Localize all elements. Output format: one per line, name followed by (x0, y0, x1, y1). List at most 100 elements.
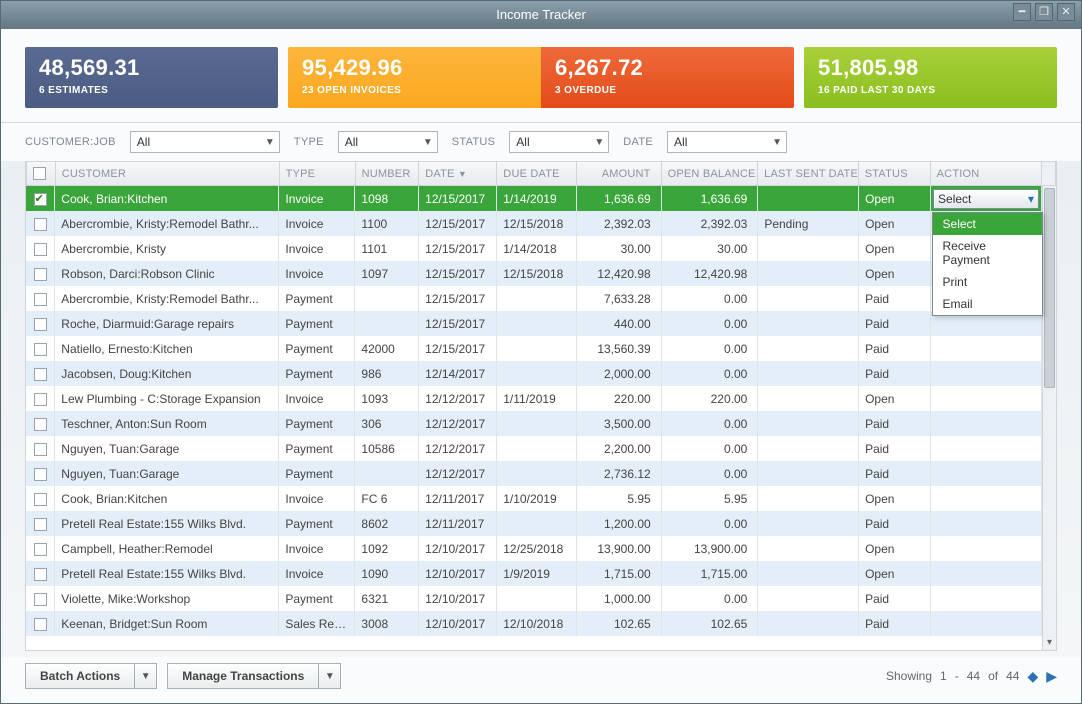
table-row[interactable]: Cook, Brian:KitchenInvoiceFC 612/11/2017… (26, 486, 1056, 511)
col-due[interactable]: DUE DATE (497, 162, 577, 186)
action-option[interactable]: Email (933, 293, 1042, 315)
cell-number: 1097 (355, 261, 419, 286)
scroll-down-icon[interactable]: ▾ (1043, 637, 1056, 648)
row-checkbox[interactable] (34, 368, 47, 381)
cell-action[interactable] (931, 586, 1042, 611)
row-checkbox[interactable] (34, 593, 47, 606)
table-row[interactable]: Jacobsen, Doug:KitchenPayment98612/14/20… (26, 361, 1056, 386)
window-minimize-button[interactable]: ━ (1013, 3, 1031, 21)
cell-customer: Keenan, Bridget:Sun Room (55, 611, 279, 636)
row-checkbox[interactable] (34, 418, 47, 431)
cell-action[interactable] (931, 511, 1042, 536)
action-dropdown-popup[interactable]: SelectReceive PaymentPrintEmail (932, 212, 1043, 316)
row-checkbox[interactable] (34, 293, 47, 306)
row-checkbox[interactable] (34, 243, 47, 256)
row-checkbox[interactable] (34, 518, 47, 531)
overdue-card[interactable]: 6,267.72 3 OVERDUE (541, 47, 794, 108)
col-type[interactable]: TYPE (279, 162, 355, 186)
table-row[interactable]: Nguyen, Tuan:GaragePayment12/12/20172,73… (26, 461, 1056, 486)
cell-action[interactable] (931, 336, 1042, 361)
table-row[interactable]: Violette, Mike:WorkshopPayment632112/10/… (26, 586, 1056, 611)
cell-type: Invoice (279, 236, 355, 261)
table-row[interactable]: Roche, Diarmuid:Garage repairsPayment12/… (26, 311, 1056, 336)
paid-card[interactable]: 51,805.98 16 PAID LAST 30 DAYS (804, 47, 1057, 108)
row-checkbox[interactable] (34, 218, 47, 231)
scrollbar-thumb[interactable] (1044, 188, 1055, 388)
row-checkbox[interactable] (34, 443, 47, 456)
row-checkbox[interactable] (34, 468, 47, 481)
table-row[interactable]: Teschner, Anton:Sun RoomPayment30612/12/… (26, 411, 1056, 436)
cell-due: 1/11/2019 (497, 386, 577, 411)
row-checkbox[interactable] (34, 268, 47, 281)
cell-action[interactable] (931, 361, 1042, 386)
row-checkbox[interactable] (34, 318, 47, 331)
row-checkbox[interactable] (34, 343, 47, 356)
col-number[interactable]: NUMBER (355, 162, 419, 186)
table-row[interactable]: Natiello, Ernesto:KitchenPayment4200012/… (26, 336, 1056, 361)
row-checkbox[interactable] (34, 618, 47, 631)
row-checkbox[interactable] (34, 568, 47, 581)
pager-next-button[interactable]: ▶ (1046, 668, 1057, 685)
cell-status: Open (859, 536, 931, 561)
cell-action[interactable] (931, 536, 1042, 561)
cell-action[interactable] (931, 611, 1042, 636)
table-row[interactable]: Lew Plumbing - C:Storage ExpansionInvoic… (26, 386, 1056, 411)
action-option[interactable]: Select (933, 213, 1042, 235)
row-checkbox[interactable] (34, 193, 47, 206)
window-maximize-button[interactable]: ❐ (1035, 3, 1053, 21)
cell-number (355, 286, 419, 311)
table-row[interactable]: Pretell Real Estate:155 Wilks Blvd.Payme… (26, 511, 1056, 536)
manage-transactions-button[interactable]: Manage Transactions ▼ (167, 663, 341, 689)
cell-date: 12/15/2017 (419, 286, 497, 311)
unpaid-card[interactable]: 95,429.96 23 OPEN INVOICES (288, 47, 541, 108)
col-openbal[interactable]: OPEN BALANCE (661, 162, 758, 186)
cell-action[interactable] (931, 486, 1042, 511)
row-checkbox[interactable] (34, 393, 47, 406)
cell-action[interactable] (931, 411, 1042, 436)
col-amount[interactable]: AMOUNT (577, 162, 661, 186)
table-row[interactable]: Abercrombie, Kristy:Remodel Bathr...Invo… (26, 211, 1056, 236)
table-row[interactable]: Abercrombie, Kristy:Remodel Bathr...Paym… (26, 286, 1056, 311)
cell-action[interactable] (931, 461, 1042, 486)
action-option[interactable]: Receive Payment (933, 235, 1042, 271)
unbilled-card[interactable]: 48,569.31 6 ESTIMATES (25, 47, 278, 108)
col-lastsent[interactable]: LAST SENT DATE (758, 162, 859, 186)
action-select[interactable]: Select▾ (933, 189, 1039, 209)
cell-action[interactable] (931, 436, 1042, 461)
col-date[interactable]: DATE ▼ (419, 162, 497, 186)
batch-actions-button[interactable]: Batch Actions ▼ (25, 663, 157, 689)
table-row[interactable]: Cook, Brian:KitchenInvoice109812/15/2017… (26, 186, 1056, 211)
filter-bar: CUSTOMER:JOB All▼ TYPE All▼ STATUS All▼ … (1, 123, 1081, 161)
vertical-scrollbar[interactable]: ▾ (1042, 186, 1056, 650)
table-row[interactable]: Campbell, Heather:RemodelInvoice109212/1… (26, 536, 1056, 561)
pager-prev-button[interactable]: ◆ (1027, 668, 1038, 685)
row-checkbox[interactable] (34, 493, 47, 506)
col-action[interactable]: ACTION (930, 162, 1041, 186)
row-checkbox[interactable] (34, 543, 47, 556)
table-row[interactable]: Nguyen, Tuan:GaragePayment1058612/12/201… (26, 436, 1056, 461)
table-row[interactable]: Robson, Darci:Robson ClinicInvoice109712… (26, 261, 1056, 286)
col-customer[interactable]: CUSTOMER (55, 162, 279, 186)
cell-action[interactable] (931, 386, 1042, 411)
chevron-down-icon[interactable]: ▼ (134, 664, 156, 688)
cell-date: 12/10/2017 (419, 586, 497, 611)
cell-status: Open (859, 261, 931, 286)
chevron-down-icon[interactable]: ▼ (318, 664, 340, 688)
type-filter-combo[interactable]: All▼ (338, 131, 438, 153)
cell-date: 12/12/2017 (419, 386, 497, 411)
col-status[interactable]: STATUS (858, 162, 930, 186)
select-all-header[interactable] (27, 162, 56, 186)
cell-action[interactable] (931, 561, 1042, 586)
table-row[interactable]: Pretell Real Estate:155 Wilks Blvd.Invoi… (26, 561, 1056, 586)
checkbox-icon[interactable] (33, 167, 46, 180)
customer-filter-combo[interactable]: All▼ (130, 131, 280, 153)
action-option[interactable]: Print (933, 271, 1042, 293)
cell-status: Open (859, 186, 931, 211)
cell-number: 986 (355, 361, 419, 386)
pager-total: 44 (1006, 669, 1019, 683)
window-close-button[interactable]: ✕ (1057, 3, 1075, 21)
table-row[interactable]: Keenan, Bridget:Sun RoomSales Rec...3008… (26, 611, 1056, 636)
date-filter-combo[interactable]: All▼ (667, 131, 787, 153)
table-row[interactable]: Abercrombie, KristyInvoice110112/15/2017… (26, 236, 1056, 261)
status-filter-combo[interactable]: All▼ (509, 131, 609, 153)
